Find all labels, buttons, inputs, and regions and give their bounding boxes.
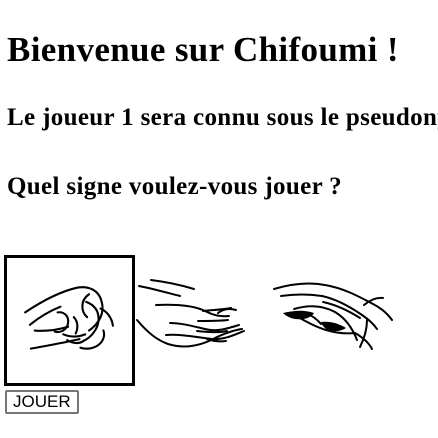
rock-hand-icon — [24, 286, 114, 350]
play-button[interactable]: JOUER — [5, 390, 79, 414]
page-title: Bienvenue sur Chifoumi ! — [7, 30, 399, 69]
paper-hand-icon — [136, 279, 245, 348]
rock-choice[interactable] — [4, 255, 135, 386]
scissors-choice[interactable] — [266, 255, 397, 386]
chifoumi-page: Bienvenue sur Chifoumi ! Le joueur 1 ser… — [0, 0, 438, 438]
player-intro: Le joueur 1 sera connu sous le pseudonym… — [7, 104, 438, 131]
scissors-hand-icon — [273, 282, 393, 350]
choice-question: Quel signe voulez-vous jouer ? — [7, 173, 343, 200]
sign-choice-group — [4, 255, 438, 386]
paper-choice[interactable] — [135, 255, 266, 386]
